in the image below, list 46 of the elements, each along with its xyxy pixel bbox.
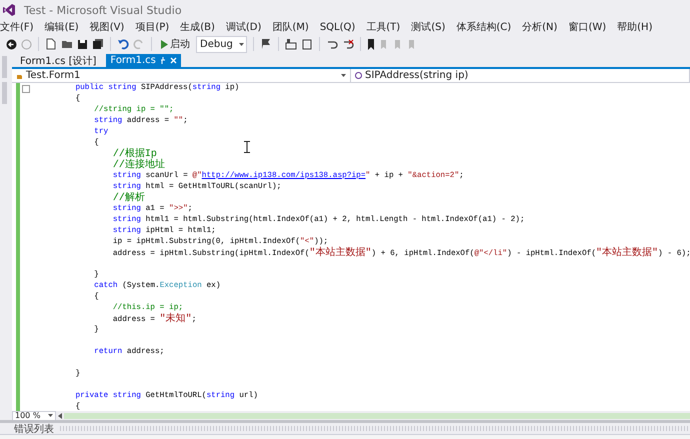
- menu-item[interactable]: 分析(N): [522, 20, 558, 34]
- panel-title[interactable]: 错误列表: [14, 422, 54, 436]
- start-button[interactable]: 启动: [158, 37, 192, 51]
- save-all-icon[interactable]: [92, 38, 104, 50]
- menu-item[interactable]: 测试(S): [411, 20, 446, 34]
- horizontal-scrollbar[interactable]: [64, 412, 690, 418]
- menu-item[interactable]: 窗口(W): [568, 20, 606, 34]
- menu-item[interactable]: 工具(T): [366, 20, 400, 34]
- zoom-dropdown[interactable]: 100 %: [12, 410, 56, 420]
- caret-icon: [341, 74, 346, 77]
- menu-item[interactable]: 团队(M): [272, 20, 309, 34]
- configuration-dropdown[interactable]: Debug: [196, 36, 247, 52]
- class-icon: [16, 72, 23, 79]
- menu-item[interactable]: 帮助(H): [617, 20, 652, 34]
- flag-icon[interactable]: [260, 38, 272, 50]
- play-icon: [160, 40, 168, 48]
- menu-item[interactable]: 项目(P): [135, 20, 170, 34]
- caret-icon: [48, 414, 54, 417]
- menu-item[interactable]: 编辑(E): [44, 20, 79, 34]
- new-file-icon[interactable]: [45, 38, 57, 50]
- document-tab[interactable]: Form1.cs: [106, 54, 181, 67]
- app-logo-icon: [2, 3, 16, 17]
- code-line: //连接地址: [112, 160, 165, 171]
- document-tab[interactable]: Form1.cs [设计]: [16, 54, 100, 67]
- menu-item[interactable]: 生成(B): [180, 20, 215, 34]
- menu-item[interactable]: 调试(D): [226, 20, 262, 34]
- bookmark-icon[interactable]: [366, 38, 375, 50]
- text-cursor-icon: [244, 141, 250, 153]
- menu-item[interactable]: 视图(V): [90, 20, 124, 34]
- menu-item[interactable]: 体系结构(C): [456, 20, 512, 34]
- window-title: Test - Microsoft Visual Studio: [24, 4, 182, 16]
- caret-icon: [238, 42, 244, 46]
- menu-item[interactable]: 文件(F): [0, 20, 34, 34]
- collapse-icon[interactable]: [22, 85, 30, 93]
- folder-icon[interactable]: [61, 38, 73, 50]
- code-line: //解析: [112, 193, 145, 204]
- uncomment-icon[interactable]: [342, 38, 354, 50]
- method-icon: [355, 72, 362, 79]
- back-icon[interactable]: [6, 38, 17, 50]
- menu-item[interactable]: SQL(Q): [320, 22, 356, 32]
- close-icon[interactable]: [170, 57, 177, 64]
- save-icon[interactable]: [77, 38, 88, 50]
- code-line: //根据Ip: [112, 149, 157, 160]
- pin-icon[interactable]: [160, 57, 166, 64]
- document-icon[interactable]: [300, 38, 313, 50]
- undo-icon[interactable]: [117, 38, 129, 50]
